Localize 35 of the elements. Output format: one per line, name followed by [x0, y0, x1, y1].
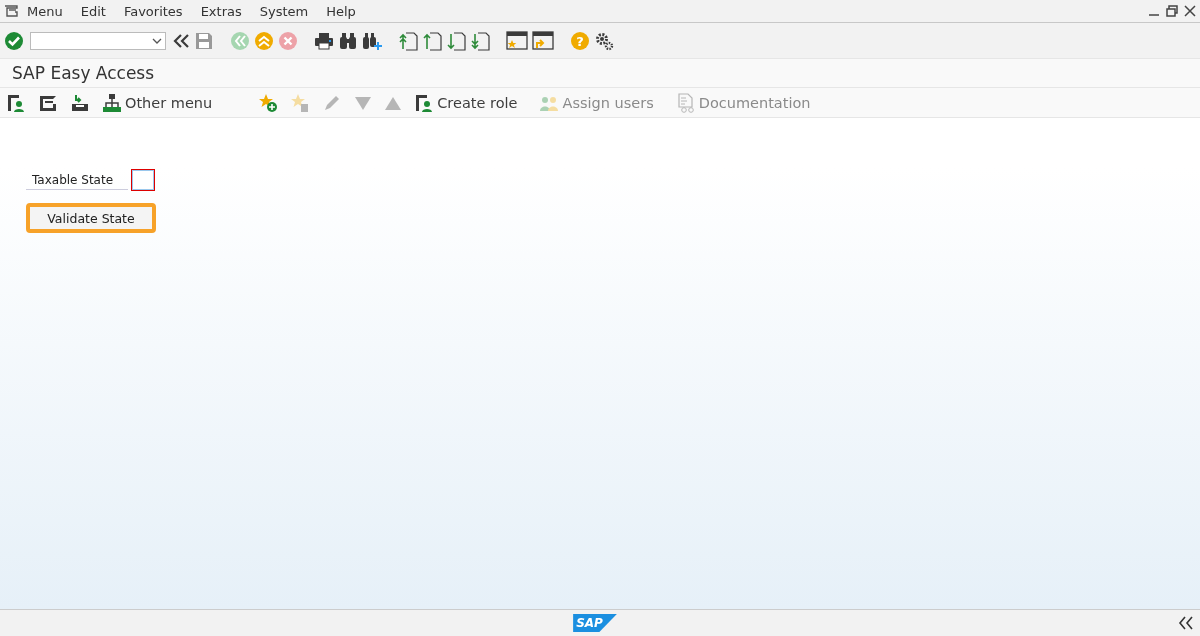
printer-icon[interactable] — [314, 30, 334, 51]
gears-icon[interactable] — [594, 30, 614, 51]
menu-item[interactable]: Menu — [18, 3, 72, 19]
command-field[interactable] — [30, 31, 166, 50]
field-label: Taxable State — [26, 170, 128, 190]
user-menu-icon[interactable] — [6, 92, 26, 113]
menu-icon[interactable] — [4, 5, 18, 17]
star-plus-icon[interactable] — [258, 92, 279, 113]
screen-title: SAP Easy Access — [12, 63, 155, 83]
inbox-tray-icon[interactable] — [70, 92, 90, 113]
input-field[interactable] — [132, 170, 154, 190]
restore-icon[interactable] — [1166, 5, 1178, 17]
document-glasses-icon — [675, 92, 696, 113]
page-double-down-arrow-icon[interactable] — [470, 30, 490, 51]
menu-item[interactable]: Favorites — [114, 3, 192, 19]
toolbar-button[interactable]: Create role — [414, 92, 518, 113]
enter-check-icon[interactable] — [4, 30, 24, 51]
menu-item[interactable]: Help — [317, 3, 365, 19]
menu-item[interactable]: System — [250, 3, 318, 19]
page-up-arrow-icon[interactable] — [422, 30, 442, 51]
validate-button[interactable]: Validate State — [26, 203, 156, 233]
toolbar-button[interactable]: Other menu — [102, 92, 213, 113]
double-chevron-icon[interactable] — [1178, 616, 1194, 630]
dropdown-caret-icon[interactable] — [152, 37, 162, 44]
sap-logo: SAP — [573, 614, 617, 632]
menu-item[interactable]: Extras — [191, 3, 251, 19]
close-icon[interactable] — [1184, 5, 1196, 17]
page-down-arrow-icon[interactable] — [446, 30, 466, 51]
org-chart-icon — [102, 92, 122, 113]
binoculars-icon[interactable] — [338, 30, 358, 51]
binoculars-plus-icon[interactable] — [362, 30, 382, 51]
page-double-up-arrow-icon[interactable] — [398, 30, 418, 51]
role-person-icon — [414, 92, 435, 113]
menu-item[interactable]: Edit — [71, 3, 115, 19]
double-chevron-icon[interactable] — [172, 31, 190, 50]
